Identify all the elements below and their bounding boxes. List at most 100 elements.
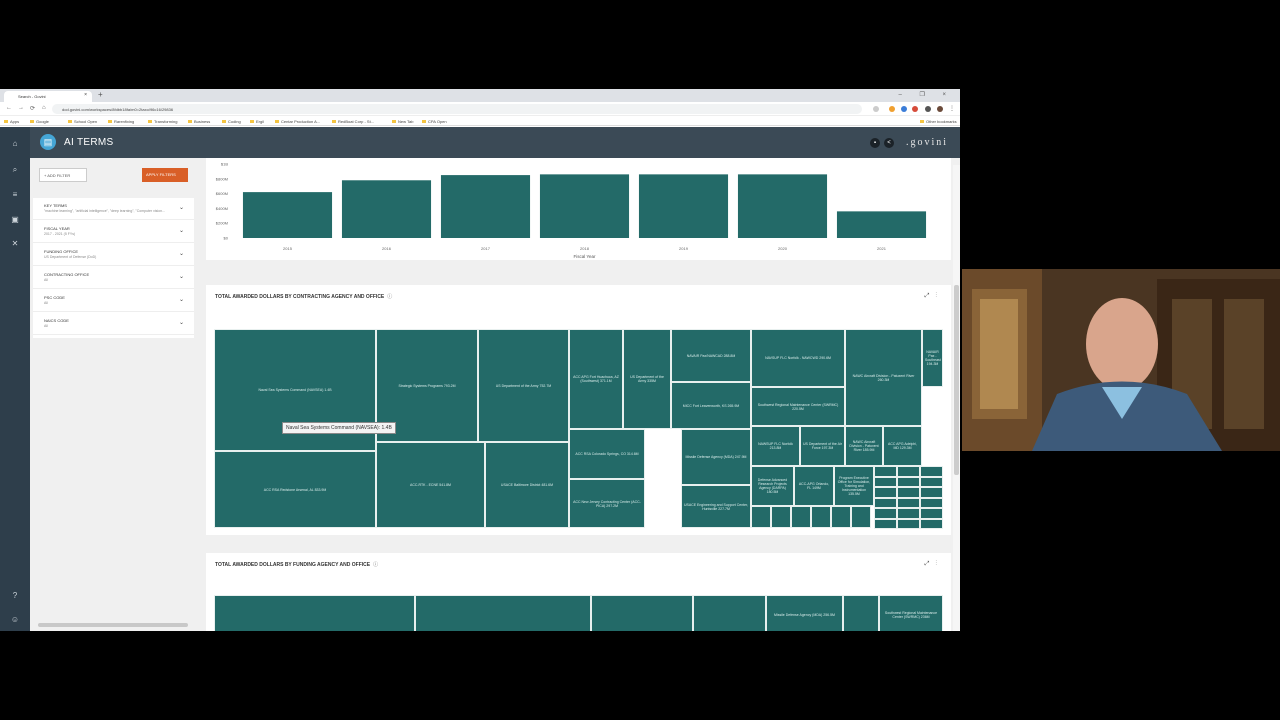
bookmark-item[interactable]: CPA Open xyxy=(422,119,447,124)
folders-icon[interactable]: ▣ xyxy=(10,215,20,225)
treemap-tile[interactable] xyxy=(920,466,943,477)
treemap-tile[interactable] xyxy=(874,497,897,508)
database-icon[interactable]: ≡ xyxy=(10,190,20,200)
treemap-tile[interactable]: NAVAIR Pax/NAWCAD 288.8M xyxy=(671,329,751,382)
share-icon[interactable]: < xyxy=(884,138,894,148)
treemap-tile[interactable]: USACE Baltimore District 481.6M xyxy=(485,442,569,528)
treemap-tile[interactable] xyxy=(874,466,897,477)
treemap-tile[interactable] xyxy=(897,476,920,487)
extension-icon[interactable] xyxy=(889,106,895,112)
treemap-tile[interactable]: Defense Advanced Research Projects Agenc… xyxy=(751,466,794,506)
chevron-down-icon[interactable]: ⌄ xyxy=(179,250,184,257)
chevron-down-icon[interactable]: ⌄ xyxy=(179,296,184,303)
filter-row[interactable]: FUNDING OFFICE US Department of Defense (… xyxy=(33,244,194,266)
treemap-tile[interactable] xyxy=(693,595,766,631)
more-options-icon[interactable]: ⋮ xyxy=(935,561,943,567)
more-options-icon[interactable]: ⋮ xyxy=(935,293,943,299)
treemap-tile[interactable] xyxy=(920,476,943,487)
treemap-tile[interactable]: ACC-APG Orlando, FL 149M xyxy=(794,466,834,506)
address-bar[interactable]: dod.govini.com/workspaces/8fdbb18fa/m0=2… xyxy=(52,104,862,114)
treemap-tile[interactable] xyxy=(920,508,943,519)
treemap-tile[interactable]: ACC APG Fort Huachuca, AZ (Southwest) 37… xyxy=(569,329,623,429)
treemap-tile[interactable]: NAVSUP FLC Norfolk - NAWCWD 290.6M xyxy=(751,329,845,387)
treemap-tile[interactable] xyxy=(843,595,879,631)
treemap-tile[interactable]: US Department of the Army 335M xyxy=(623,329,671,429)
treemap-tile[interactable]: ACC New Jersey Contracting Center (ACC-P… xyxy=(569,479,645,528)
treemap-tile[interactable] xyxy=(874,476,897,487)
bar[interactable] xyxy=(242,192,333,238)
treemap-tile[interactable]: ACC-RTK - ECNE 541.8M xyxy=(376,442,485,528)
back-icon[interactable]: ← xyxy=(6,105,12,111)
horizontal-scrollbar[interactable] xyxy=(38,623,188,627)
chevron-down-icon[interactable]: ⌄ xyxy=(179,227,184,234)
treemap-tile[interactable] xyxy=(851,506,871,528)
scrollbar-thumb[interactable] xyxy=(954,285,959,475)
bookmark-item[interactable]: RedBoat Corp - St... xyxy=(332,119,374,124)
treemap-tile[interactable] xyxy=(591,595,693,631)
bookmark-item[interactable]: Business xyxy=(188,119,210,124)
filter-row[interactable]: NAICS CODE All ⌄ xyxy=(33,313,194,335)
browser-tab[interactable]: Search - Govini × xyxy=(4,91,92,102)
treemap-tile[interactable]: Southwest Regional Maintenance Center (S… xyxy=(751,387,845,426)
treemap-tile[interactable] xyxy=(771,506,791,528)
bookmark-item[interactable]: Coding xyxy=(222,119,241,124)
tools-icon[interactable]: ✕ xyxy=(10,239,20,249)
treemap-tile[interactable] xyxy=(874,518,897,529)
treemap-tile[interactable] xyxy=(897,466,920,477)
chevron-down-icon[interactable]: ⌄ xyxy=(179,319,184,326)
treemap-tile[interactable]: NAWC Aircraft Division - Patuxent River … xyxy=(845,329,922,426)
bookmark-item[interactable]: New Tab xyxy=(392,119,414,124)
treemap-tile[interactable]: NAVAIR Pax - Southeast 194.3M xyxy=(922,329,943,387)
treemap-tile[interactable] xyxy=(920,518,943,529)
info-icon[interactable]: ⓘ xyxy=(387,294,392,300)
treemap-tile[interactable] xyxy=(214,595,415,631)
filter-row[interactable]: CONTRACTING OFFICE All ⌄ xyxy=(33,267,194,289)
user-icon[interactable]: ☺ xyxy=(10,615,20,625)
expand-icon[interactable]: ⤢ xyxy=(925,561,936,567)
menu-icon[interactable]: ⋮ xyxy=(949,105,955,112)
close-tab-icon[interactable]: × xyxy=(84,93,87,98)
treemap-tile[interactable] xyxy=(897,508,920,519)
home-icon[interactable]: ⌂ xyxy=(42,105,46,111)
search-icon[interactable]: ⌕ xyxy=(10,165,20,175)
treemap-tile[interactable]: NAWSUP FLC Norfolk 213.8M xyxy=(751,426,800,466)
profile-avatar[interactable] xyxy=(937,106,943,112)
help-icon[interactable]: ? xyxy=(10,591,20,601)
bookmark-item[interactable]: Centar Production A... xyxy=(275,119,320,124)
bar[interactable] xyxy=(539,174,630,238)
bookmark-item[interactable]: Google xyxy=(30,119,49,124)
filter-row[interactable]: PSC CODE All ⌄ xyxy=(33,290,194,312)
treemap-tile[interactable] xyxy=(874,487,897,498)
apply-filters-button[interactable]: APPLY FILTERS xyxy=(142,168,188,182)
treemap-tile[interactable] xyxy=(791,506,811,528)
treemap-tile[interactable] xyxy=(897,487,920,498)
bookmark-item[interactable]: Apps xyxy=(4,119,19,124)
bookmark-item[interactable]: Rarenfixing xyxy=(108,119,134,124)
bar[interactable] xyxy=(341,180,432,238)
new-tab-button[interactable]: + xyxy=(98,90,103,99)
extension-icon[interactable] xyxy=(901,106,907,112)
filter-row[interactable]: KEY TERMS "machine learning", "artificial… xyxy=(33,198,194,220)
treemap-tile[interactable]: Missile Defense Agency (MDA) 247.9M xyxy=(681,429,751,485)
treemap-tile[interactable] xyxy=(751,506,771,528)
bar[interactable] xyxy=(638,174,729,238)
extension-icon[interactable] xyxy=(912,106,918,112)
bookmark-item[interactable]: Other bookmarks xyxy=(920,119,957,124)
treemap-tile[interactable] xyxy=(920,487,943,498)
treemap-tile[interactable]: ACC RSA Colorado Springs, CO 314.6M xyxy=(569,429,645,479)
treemap-tile[interactable]: NAWC Aircraft Division - Patuxent River … xyxy=(845,426,883,466)
treemap-tile[interactable]: USACE Engineering and Support Center, Hu… xyxy=(681,485,751,528)
treemap-tile[interactable]: Missile Defense Agency (MDA) 256.5M xyxy=(766,595,843,631)
treemap-tile[interactable]: MICC Fort Leavenworth, KS 265.9M xyxy=(671,382,751,429)
treemap-tile[interactable] xyxy=(897,497,920,508)
star-icon[interactable] xyxy=(873,106,879,112)
treemap-tile[interactable] xyxy=(831,506,851,528)
treemap-tile[interactable]: Program Executive Office for Simulation,… xyxy=(834,466,874,506)
chevron-down-icon[interactable]: ⌄ xyxy=(179,204,184,211)
bookmark-item[interactable]: Transforming xyxy=(148,119,177,124)
bookmark-item[interactable]: School Open xyxy=(68,119,97,124)
forward-icon[interactable]: → xyxy=(18,105,24,111)
home-icon[interactable]: ⌂ xyxy=(10,139,20,149)
treemap-tile[interactable]: ACC RSA Redstone Arsenal, AL 833.9M xyxy=(214,451,376,528)
filter-row[interactable]: FISCAL YEAR 2017 - 2021 (5 FYs) ⌄ xyxy=(33,221,194,243)
